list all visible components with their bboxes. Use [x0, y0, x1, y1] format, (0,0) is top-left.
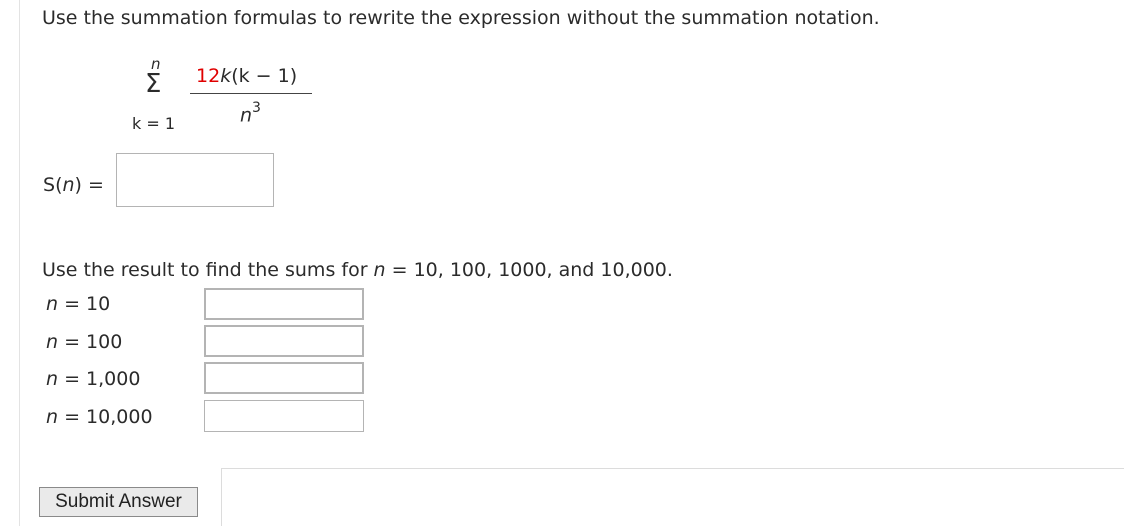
- part-two-prefix: Use the result to find the sums for: [42, 259, 374, 281]
- part-two-instruction: Use the result to find the sums for n = …: [42, 258, 673, 282]
- fraction-numerator: 12k(k − 1): [196, 64, 297, 88]
- denominator-base: n: [240, 104, 253, 127]
- denominator-exponent: 3: [252, 100, 261, 116]
- feedback-panel: [221, 468, 1124, 526]
- question-panel: Use the summation formulas to rewrite th…: [0, 0, 1124, 526]
- n-10000-variable: n: [46, 406, 59, 428]
- left-divider: [19, 0, 20, 526]
- sn-label-function: S: [43, 174, 56, 196]
- n-10000-value-text: = 10,000: [58, 406, 153, 428]
- fraction-denominator: n3: [240, 98, 261, 127]
- n-10-value-text: = 10: [58, 293, 111, 315]
- sn-label-equals: =: [87, 174, 104, 196]
- sn-label-argument: n: [62, 174, 75, 196]
- numerator-factor: (k − 1): [231, 65, 298, 87]
- n-100-variable: n: [46, 331, 59, 353]
- n-1000-value-text: = 1,000: [58, 368, 141, 390]
- n-10000-label: n = 10,000: [46, 405, 153, 429]
- n-10-variable: n: [46, 293, 59, 315]
- sn-label: S(n) =: [43, 174, 104, 196]
- n-100-label: n = 100: [46, 330, 122, 354]
- fraction-bar: [190, 93, 312, 94]
- numerator-variable: k: [220, 65, 232, 87]
- n-100-value-text: = 100: [58, 331, 123, 353]
- n-1000-answer-input[interactable]: [204, 362, 364, 394]
- n-1000-variable: n: [46, 368, 59, 390]
- n-100-answer-input[interactable]: [204, 325, 364, 357]
- submit-answer-button[interactable]: Submit Answer: [39, 487, 198, 517]
- instruction-text: Use the summation formulas to rewrite th…: [42, 7, 880, 29]
- summation-lower-limit: k = 1: [132, 114, 176, 133]
- sn-answer-input[interactable]: [116, 153, 274, 207]
- sigma-symbol: Σ: [145, 69, 162, 99]
- n-1000-label: n = 1,000: [46, 367, 140, 391]
- part-two-variable: n: [373, 259, 386, 281]
- part-two-suffix: = 10, 100, 1000, and 10,000.: [385, 259, 673, 281]
- n-10-answer-input[interactable]: [204, 288, 364, 320]
- n-10-label: n = 10: [46, 292, 110, 316]
- n-10000-answer-input[interactable]: [204, 400, 364, 432]
- numerator-coefficient: 12: [196, 65, 221, 87]
